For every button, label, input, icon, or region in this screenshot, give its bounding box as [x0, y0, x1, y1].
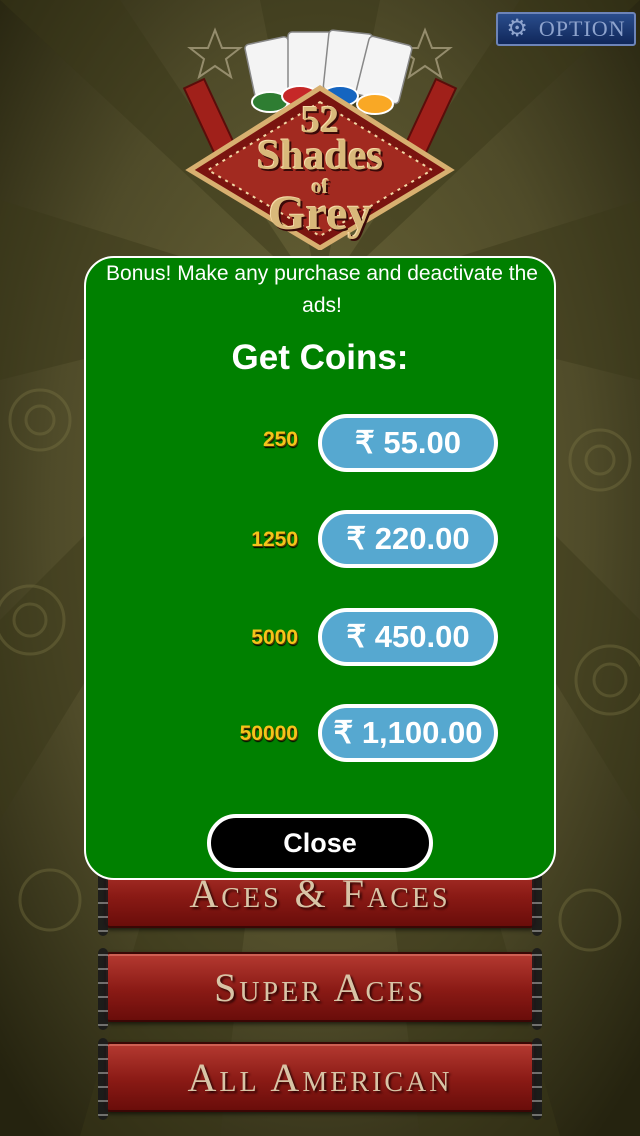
- menu-button-super-aces[interactable]: Super Aces: [98, 948, 542, 1030]
- game-logo: 52 Shades of Grey: [170, 10, 470, 251]
- chain-right: [532, 948, 542, 1030]
- coin-amount: 1250: [251, 528, 298, 551]
- close-button[interactable]: Close: [207, 814, 433, 872]
- menu-button-all-american[interactable]: All American: [98, 1038, 542, 1120]
- option-button[interactable]: ⚙ OPTION: [496, 12, 636, 46]
- buy-button-1250[interactable]: ₹ 220.00: [318, 510, 498, 568]
- bonus-message: Bonus! Make any purchase and deactivate …: [106, 262, 538, 317]
- coin-amount: 250: [262, 428, 298, 451]
- chain-left: [98, 1038, 108, 1120]
- price-label: ₹ 55.00: [355, 425, 461, 460]
- price-label: ₹ 450.00: [346, 619, 470, 654]
- price-label: ₹ 220.00: [346, 521, 470, 556]
- chain-right: [532, 1038, 542, 1120]
- price-label: ₹ 1,100.00: [333, 715, 483, 750]
- gear-icon: ⚙: [506, 16, 529, 42]
- get-coins-dialog: Bonus! Make any purchase and deactivate …: [84, 256, 556, 880]
- menu-label: All American: [187, 1054, 453, 1100]
- coin-amount: 50000: [239, 722, 298, 745]
- buy-button-50000[interactable]: ₹ 1,100.00: [318, 704, 498, 762]
- logo-line-shades: Shades: [256, 133, 384, 179]
- chain-left: [98, 948, 108, 1030]
- coin-amount: 5000: [251, 626, 298, 649]
- buy-button-5000[interactable]: ₹ 450.00: [318, 608, 498, 666]
- dialog-title: Get Coins:: [231, 338, 409, 377]
- logo-line-grey: Grey: [268, 187, 372, 240]
- menu-label: Super Aces: [214, 964, 426, 1010]
- buy-button-250[interactable]: ₹ 55.00: [318, 414, 498, 472]
- option-label: OPTION: [538, 16, 626, 41]
- close-label: Close: [283, 827, 357, 858]
